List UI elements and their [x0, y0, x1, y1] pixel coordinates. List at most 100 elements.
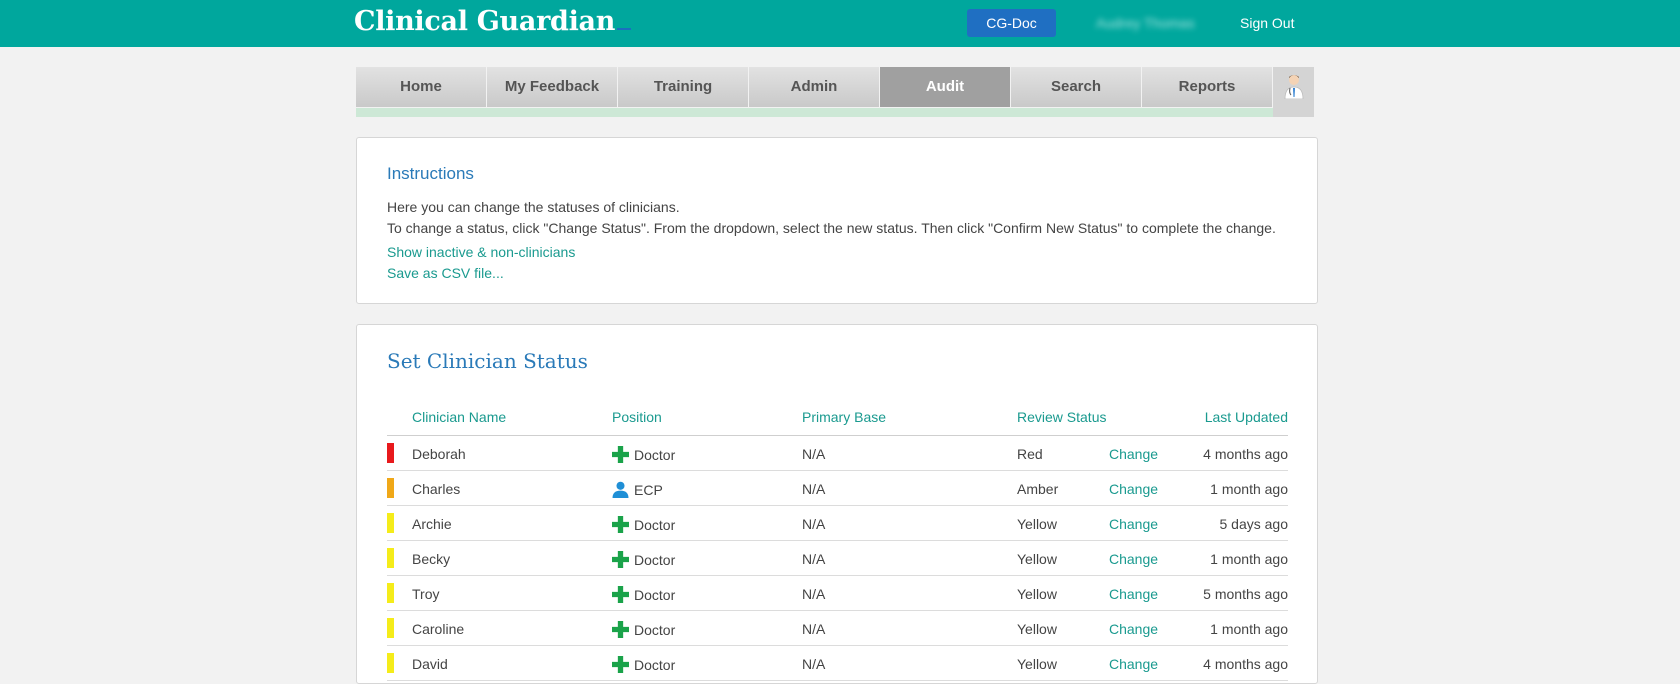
brand-underscore: [617, 28, 632, 30]
change-status-link[interactable]: Change: [1109, 656, 1158, 672]
nav-tabs: Home My Feedback Training Admin Audit Search R…: [356, 67, 1273, 107]
status-flag: [387, 443, 394, 463]
primary-base: N/A: [802, 621, 826, 637]
last-updated: 4 months ago: [1203, 446, 1288, 462]
primary-base: N/A: [802, 481, 826, 497]
clinician-status-panel: Set Clinician Status Clinician Name Posi…: [356, 324, 1318, 684]
clinician-position: Doctor: [612, 656, 675, 673]
clinician-name: Archie: [412, 516, 452, 532]
tab-training[interactable]: Training: [618, 67, 748, 107]
plus-cross-icon: [612, 516, 629, 533]
position-label: Doctor: [634, 657, 676, 673]
primary-base: N/A: [802, 586, 826, 602]
clinician-table: Clinician Name Position Primary Base Rev…: [387, 401, 1288, 681]
primary-base: N/A: [802, 446, 826, 462]
column-header-last-updated[interactable]: Last Updated: [1205, 409, 1288, 425]
plus-cross-icon: [612, 586, 629, 603]
clinician-position: Doctor: [612, 516, 675, 533]
instructions-text-1: Here you can change the statuses of clin…: [387, 199, 680, 215]
review-status: Red: [1017, 446, 1043, 462]
tab-home[interactable]: Home: [356, 67, 486, 107]
table-row: Archie Doctor N/A Yellow Change 5 days ago: [387, 506, 1288, 541]
clinician-name: Deborah: [412, 446, 466, 462]
table-row: Troy Doctor N/A Yellow Change 5 months ago: [387, 576, 1288, 611]
table-header: Clinician Name Position Primary Base Rev…: [387, 401, 1288, 436]
status-flag: [387, 583, 394, 603]
last-updated: 1 month ago: [1210, 551, 1288, 567]
change-status-link[interactable]: Change: [1109, 586, 1158, 602]
cg-doc-button[interactable]: CG-Doc: [967, 9, 1056, 37]
review-status: Amber: [1017, 481, 1059, 497]
column-header-name[interactable]: Clinician Name: [412, 409, 506, 425]
table-row: Becky Doctor N/A Yellow Change 1 month ago: [387, 541, 1288, 576]
instructions-text-2: To change a status, click "Change Status…: [387, 220, 1276, 236]
tab-admin[interactable]: Admin: [749, 67, 879, 107]
instructions-panel: Instructions Here you can change the sta…: [356, 137, 1318, 304]
position-label: Doctor: [634, 552, 676, 568]
brand-logo[interactable]: Clinical Guardian: [354, 6, 632, 37]
status-flag: [387, 513, 394, 533]
plus-cross-icon: [612, 621, 629, 638]
change-status-link[interactable]: Change: [1109, 551, 1158, 567]
primary-base: N/A: [802, 516, 826, 532]
position-label: Doctor: [634, 447, 676, 463]
review-status: Yellow: [1017, 586, 1057, 602]
clinician-position: ECP: [612, 481, 663, 498]
main-nav: Home My Feedback Training Admin Audit Search R…: [356, 67, 1314, 117]
change-status-link[interactable]: Change: [1109, 481, 1158, 497]
position-label: Doctor: [634, 587, 676, 603]
plus-cross-icon: [612, 446, 629, 463]
change-status-link[interactable]: Change: [1109, 516, 1158, 532]
clinician-position: Doctor: [612, 621, 675, 638]
clinician-name: Troy: [412, 586, 440, 602]
table-row: Charles ECP N/A Amber Change 1 month ago: [387, 471, 1288, 506]
table-row: Caroline Doctor N/A Yellow Change 1 month ago: [387, 611, 1288, 646]
last-updated: 4 months ago: [1203, 656, 1288, 672]
column-header-base[interactable]: Primary Base: [802, 409, 886, 425]
clinician-position: Doctor: [612, 446, 675, 463]
review-status: Yellow: [1017, 551, 1057, 567]
top-bar: Clinical Guardian CG-Doc Audrey Thomas S…: [0, 0, 1680, 47]
table-body: Deborah Doctor N/A Red Change 4 months ago Cha…: [387, 436, 1288, 681]
last-updated: 1 month ago: [1210, 481, 1288, 497]
tab-search[interactable]: Search: [1011, 67, 1141, 107]
position-label: Doctor: [634, 622, 676, 638]
plus-cross-icon: [612, 551, 629, 568]
last-updated: 1 month ago: [1210, 621, 1288, 637]
review-status: Yellow: [1017, 656, 1057, 672]
user-name: Audrey Thomas: [1096, 15, 1195, 31]
column-header-review-status[interactable]: Review Status: [1017, 409, 1106, 425]
tab-reports[interactable]: Reports: [1142, 67, 1272, 107]
change-status-link[interactable]: Change: [1109, 621, 1158, 637]
last-updated: 5 days ago: [1219, 516, 1289, 532]
clinician-name: Charles: [412, 481, 461, 497]
column-header-position[interactable]: Position: [612, 409, 662, 425]
status-flag: [387, 618, 394, 638]
clinician-position: Doctor: [612, 586, 675, 603]
plus-cross-icon: [612, 656, 629, 673]
position-label: ECP: [634, 482, 663, 498]
instructions-title: Instructions: [387, 164, 474, 183]
change-status-link[interactable]: Change: [1109, 446, 1158, 462]
nav-strip: [356, 108, 1273, 117]
table-row: David Doctor N/A Yellow Change 4 months ago: [387, 646, 1288, 681]
status-flag: [387, 548, 394, 568]
status-panel-title: Set Clinician Status: [387, 349, 588, 373]
status-flag: [387, 653, 394, 673]
show-inactive-link[interactable]: Show inactive & non-clinicians: [387, 244, 575, 260]
tab-audit[interactable]: Audit: [880, 67, 1010, 107]
status-flag: [387, 478, 394, 498]
review-status: Yellow: [1017, 621, 1057, 637]
profile-avatar[interactable]: [1273, 67, 1314, 117]
person-icon: [612, 481, 629, 498]
tab-my-feedback[interactable]: My Feedback: [487, 67, 617, 107]
clinician-name: Becky: [412, 551, 451, 567]
table-row: Deborah Doctor N/A Red Change 4 months ago: [387, 436, 1288, 471]
save-csv-link[interactable]: Save as CSV file...: [387, 265, 504, 281]
position-label: Doctor: [634, 517, 676, 533]
clinician-position: Doctor: [612, 551, 675, 568]
clinician-name: Caroline: [412, 621, 465, 637]
doctor-avatar-icon: [1284, 75, 1303, 99]
primary-base: N/A: [802, 551, 826, 567]
sign-out-link[interactable]: Sign Out: [1240, 15, 1294, 31]
